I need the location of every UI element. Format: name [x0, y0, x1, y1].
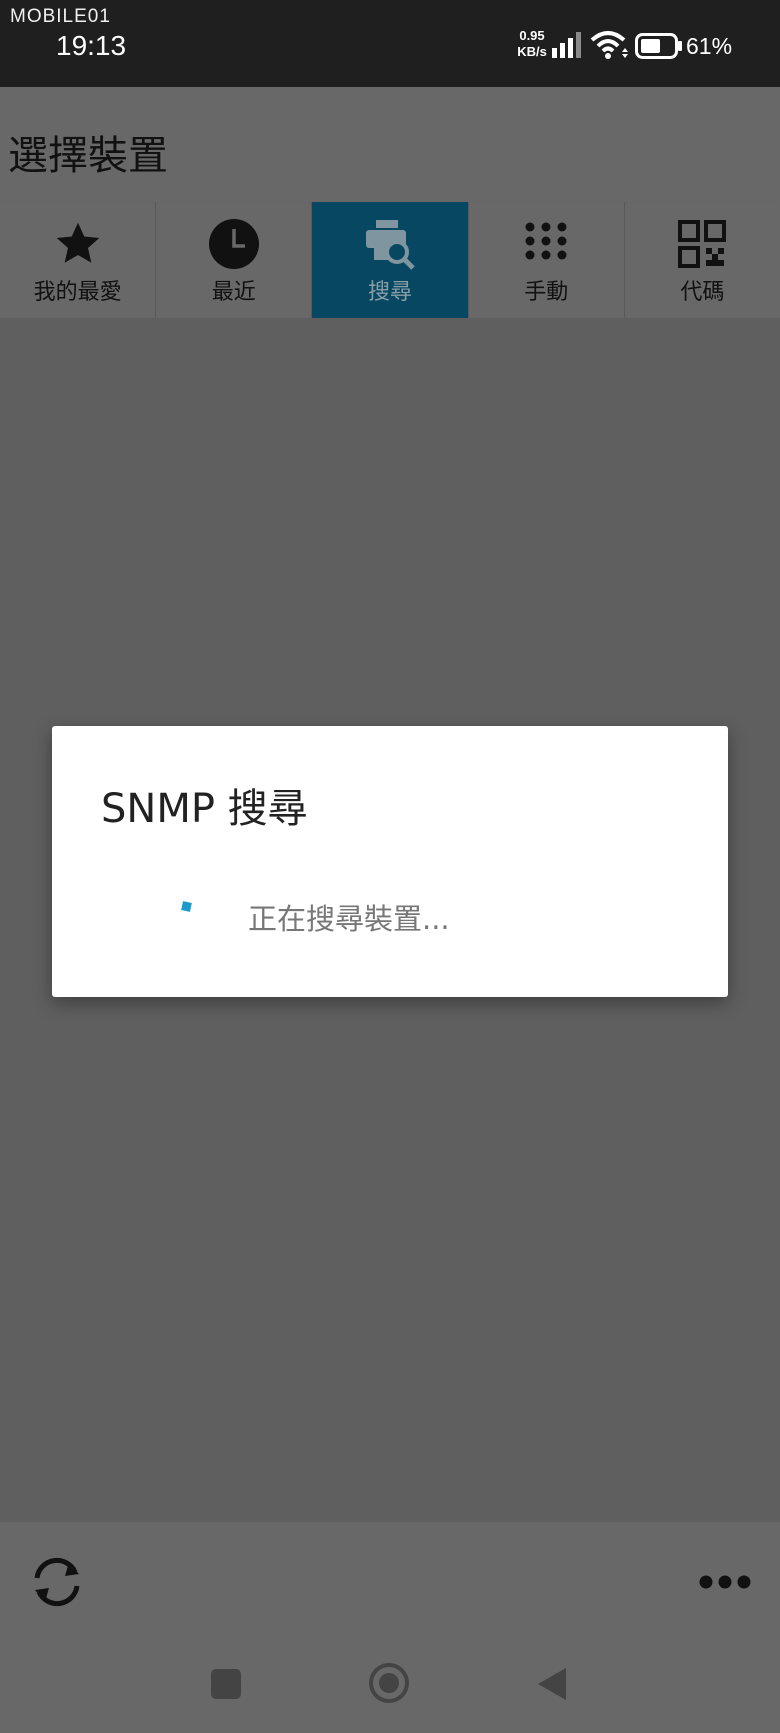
tab-recent[interactable]: 最近 — [156, 202, 313, 318]
recent-apps-icon[interactable] — [210, 1668, 242, 1700]
tab-label: 我的最愛 — [33, 280, 122, 305]
home-icon[interactable] — [368, 1662, 410, 1704]
loading-spinner-icon — [181, 901, 192, 912]
printer-search-icon — [366, 220, 415, 270]
tab-search[interactable]: 搜尋 — [312, 202, 469, 318]
status-bar: MOBILE01 19:13 0.95 KB/s 61% — [0, 0, 780, 87]
cell-signal-icon — [552, 32, 581, 58]
dialog-message: 正在搜尋裝置... — [248, 902, 450, 936]
qr-code-icon — [678, 220, 727, 268]
watermark-logo: MOBILE01 — [10, 6, 111, 27]
battery-icon — [635, 33, 682, 59]
tab-label: 手動 — [524, 280, 569, 305]
back-icon[interactable] — [536, 1666, 568, 1702]
network-speed-value: 0.95 — [519, 28, 545, 43]
device-source-tabs: 我的最愛 最近 搜尋 手動 代碼 — [0, 202, 780, 318]
dialog-title: SNMP 搜尋 — [101, 786, 308, 832]
status-time: 19:13 — [56, 30, 127, 61]
clock-icon — [208, 219, 259, 269]
tab-label: 搜尋 — [368, 280, 413, 305]
app-bar: 選擇裝置 — [0, 87, 780, 202]
system-navigation-bar — [0, 1638, 780, 1733]
snmp-search-dialog: SNMP 搜尋 正在搜尋裝置... — [52, 726, 728, 997]
network-speed-unit: KB/s — [517, 44, 547, 59]
tab-favorites[interactable]: 我的最愛 — [0, 202, 157, 318]
wifi-icon — [590, 31, 628, 59]
battery-percent: 61% — [686, 33, 733, 59]
bottom-toolbar — [0, 1522, 780, 1638]
more-icon — [699, 1575, 751, 1589]
tab-code[interactable]: 代碼 — [625, 202, 780, 318]
refresh-button[interactable] — [22, 1552, 92, 1612]
star-icon — [56, 222, 99, 263]
more-options-button[interactable] — [690, 1558, 760, 1606]
tab-label: 代碼 — [680, 280, 725, 305]
refresh-icon — [34, 1557, 80, 1607]
network-speed: 0.95 KB/s — [512, 28, 552, 60]
dial-grid-icon — [525, 222, 567, 260]
tab-manual[interactable]: 手動 — [469, 202, 625, 318]
page-title: 選擇裝置 — [8, 133, 168, 179]
tab-label: 最近 — [211, 280, 256, 305]
